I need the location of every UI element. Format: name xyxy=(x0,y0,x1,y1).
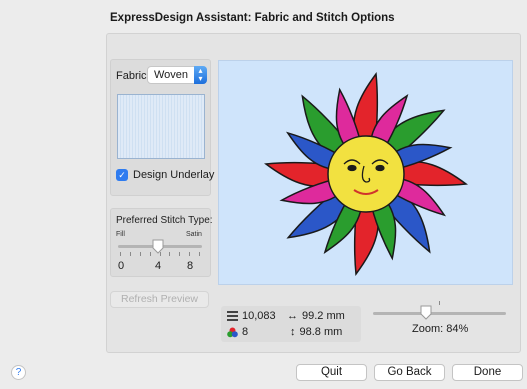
design-preview xyxy=(218,60,513,285)
checkbox-checked-icon: ✓ xyxy=(116,169,128,181)
stitch-type-slider-thumb[interactable] xyxy=(152,239,164,254)
design-height-value: 98.8 mm xyxy=(299,326,343,338)
design-height: ↕ 98.8 mm xyxy=(290,326,342,338)
stitch-count: 10,083 xyxy=(227,310,276,322)
design-underlay-label: Design Underlay xyxy=(133,169,215,181)
stitch-count-value: 10,083 xyxy=(242,310,276,322)
color-palette-icon xyxy=(227,327,238,337)
quit-button[interactable]: Quit xyxy=(296,364,367,381)
design-width: ↔ 99.2 mm xyxy=(287,310,345,322)
help-button[interactable]: ? xyxy=(11,365,26,380)
zoom-slider-track[interactable] xyxy=(373,312,506,315)
done-button[interactable]: Done xyxy=(452,364,523,381)
stitch-tick-label-0: 0 xyxy=(118,260,125,272)
horizontal-arrow-icon: ↔ xyxy=(287,310,298,322)
fabric-label: Fabric: xyxy=(116,70,150,82)
go-back-button[interactable]: Go Back xyxy=(374,364,445,381)
stitch-count-icon xyxy=(227,311,238,321)
stitch-tick-label-8: 8 xyxy=(187,260,194,272)
zoom-tick xyxy=(439,301,440,305)
sun-design-image xyxy=(264,72,468,276)
refresh-preview-button[interactable]: Refresh Preview xyxy=(110,291,209,308)
zoom-slider-thumb[interactable] xyxy=(420,305,432,320)
fabric-select-value: Woven xyxy=(154,69,189,81)
chevron-updown-icon: ▴ ▾ xyxy=(194,66,207,84)
zoom-label: Zoom: 84% xyxy=(412,323,469,335)
design-width-value: 99.2 mm xyxy=(302,310,345,322)
dialog-title: ExpressDesign Assistant: Fabric and Stit… xyxy=(110,12,395,24)
fabric-select[interactable]: Woven ▴ ▾ xyxy=(147,66,207,84)
satin-label: Satin xyxy=(186,231,202,238)
fabric-swatch xyxy=(117,94,205,159)
stitch-type-label: Preferred Stitch Type: xyxy=(116,215,213,226)
design-underlay-checkbox[interactable]: ✓ Design Underlay xyxy=(116,169,214,181)
stitch-tick-label-4: 4 xyxy=(155,260,162,272)
color-count-value: 8 xyxy=(242,326,249,338)
design-stats: 10,083 ↔ 99.2 mm 8 ↕ 98.8 mm xyxy=(221,306,361,342)
vertical-arrow-icon: ↕ xyxy=(290,326,296,338)
sun-face xyxy=(327,135,405,213)
color-count: 8 xyxy=(227,326,248,338)
fill-label: Fill xyxy=(116,231,125,238)
